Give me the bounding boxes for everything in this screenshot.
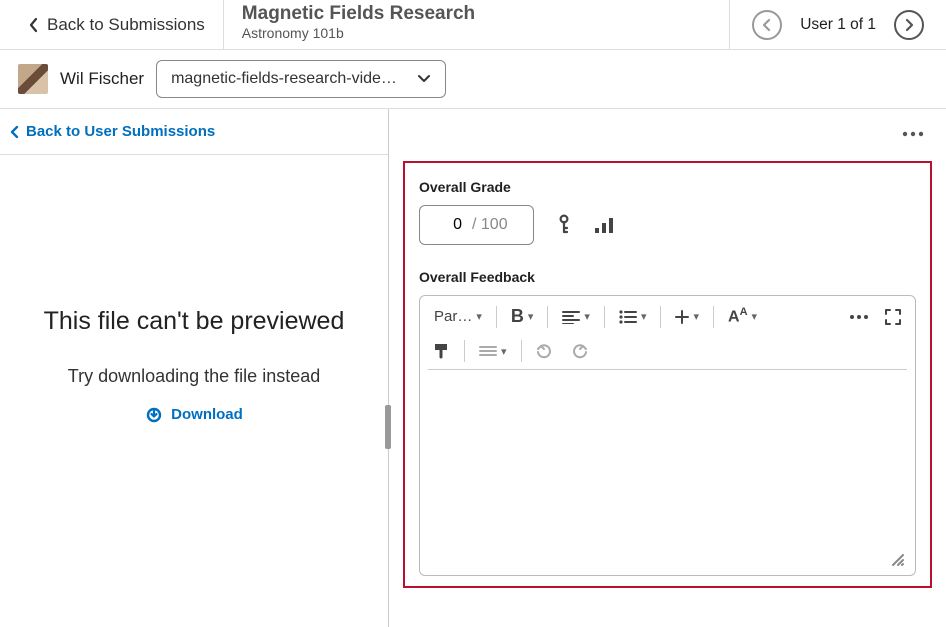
chevron-down-icon: ▾	[501, 345, 507, 358]
list-button[interactable]: ▾	[613, 306, 653, 328]
grade-max: / 100	[472, 216, 508, 234]
avatar	[18, 64, 48, 94]
separator	[604, 306, 605, 328]
insert-button[interactable]: ▾	[669, 306, 705, 328]
user-name: Wil Fischer	[60, 69, 144, 89]
page-header: Back to Submissions Magnetic Fields Rese…	[0, 0, 946, 50]
format-painter-icon	[434, 343, 450, 359]
preview-heading: This file can't be previewed	[44, 307, 345, 336]
chevron-down-icon: ▾	[528, 310, 534, 323]
format-painter-button[interactable]	[428, 339, 456, 363]
dots-icon	[849, 314, 869, 320]
redo-icon	[570, 343, 588, 359]
download-label: Download	[171, 406, 243, 423]
prev-user-button[interactable]	[752, 10, 782, 40]
bold-button[interactable]: B▾	[505, 302, 540, 331]
chevron-down-icon: ▾	[476, 310, 482, 323]
separator	[660, 306, 661, 328]
separator	[496, 306, 497, 328]
file-dropdown-label: magnetic-fields-research-vide…	[171, 70, 397, 88]
user-nav: User 1 of 1	[729, 0, 946, 49]
body: Back to User Submissions This file can't…	[0, 108, 946, 627]
separator	[521, 340, 522, 362]
chevron-left-icon	[10, 125, 20, 139]
more-actions-button[interactable]	[902, 131, 924, 137]
plus-icon	[675, 310, 689, 324]
next-user-button[interactable]	[894, 10, 924, 40]
feedback-editor: Par… ▾ B▾ ▾ ▾	[419, 295, 916, 576]
chevron-down-icon: ▾	[641, 310, 647, 323]
assignment-title: Magnetic Fields Research	[242, 3, 711, 25]
grading-panel-highlight: Overall Grade / 100 Overall Feedback	[403, 161, 932, 588]
back-to-submissions-label: Back to Submissions	[47, 15, 205, 35]
chevron-down-icon: ▾	[693, 310, 699, 323]
course-name: Astronomy 101b	[242, 25, 711, 41]
font-icon: AA	[728, 306, 748, 326]
undo-button[interactable]	[530, 339, 560, 363]
more-toolbar-button[interactable]	[843, 310, 875, 324]
download-icon	[145, 405, 163, 423]
overall-feedback-label: Overall Feedback	[419, 269, 916, 285]
paragraph-style-dropdown[interactable]: Par… ▾	[428, 304, 488, 329]
font-button[interactable]: AA ▾	[722, 302, 763, 330]
list-icon	[619, 310, 637, 324]
overall-grade-label: Overall Grade	[419, 179, 916, 195]
chevron-down-icon	[417, 74, 431, 84]
resize-handle-icon[interactable]	[889, 551, 905, 567]
chevron-down-icon: ▾	[752, 310, 758, 323]
back-to-user-submissions-link[interactable]: Back to User Submissions	[0, 109, 388, 155]
user-position: User 1 of 1	[800, 16, 876, 34]
file-dropdown[interactable]: magnetic-fields-research-vide…	[156, 60, 446, 98]
header-center: Magnetic Fields Research Astronomy 101b	[224, 0, 729, 49]
redo-button[interactable]	[564, 339, 594, 363]
align-button[interactable]: ▾	[556, 306, 596, 328]
preview-subtext: Try downloading the file instead	[68, 366, 320, 387]
separator	[464, 340, 465, 362]
separator	[713, 306, 714, 328]
line-spacing-icon	[479, 345, 497, 357]
chevron-down-icon: ▾	[584, 310, 590, 323]
undo-icon	[536, 343, 554, 359]
fullscreen-button[interactable]	[879, 305, 907, 329]
editor-toolbar-row1: Par… ▾ B▾ ▾ ▾	[420, 296, 915, 333]
grade-input[interactable]	[434, 215, 464, 235]
feedback-textarea[interactable]	[428, 369, 907, 569]
key-icon[interactable]	[556, 214, 572, 236]
preview-area: This file can't be previewed Try downloa…	[0, 155, 388, 575]
chevron-left-icon	[28, 17, 39, 33]
grade-input-wrap: / 100	[419, 205, 534, 245]
overall-grade-row: / 100	[419, 205, 916, 245]
download-link[interactable]: Download	[145, 405, 243, 423]
preview-pane: Back to User Submissions This file can't…	[0, 109, 389, 627]
line-spacing-button[interactable]: ▾	[473, 341, 513, 362]
paragraph-style-label: Par…	[434, 308, 472, 325]
editor-toolbar-row2: ▾	[420, 333, 915, 365]
align-left-icon	[562, 310, 580, 324]
stats-icon[interactable]	[594, 216, 616, 234]
separator	[547, 306, 548, 328]
expand-icon	[885, 309, 901, 325]
back-to-user-submissions-label: Back to User Submissions	[26, 123, 215, 140]
back-to-submissions-link[interactable]: Back to Submissions	[0, 0, 224, 49]
grading-pane: Overall Grade / 100 Overall Feedback	[389, 109, 946, 627]
user-row: Wil Fischer magnetic-fields-research-vid…	[0, 50, 946, 108]
bold-icon: B	[511, 306, 524, 327]
